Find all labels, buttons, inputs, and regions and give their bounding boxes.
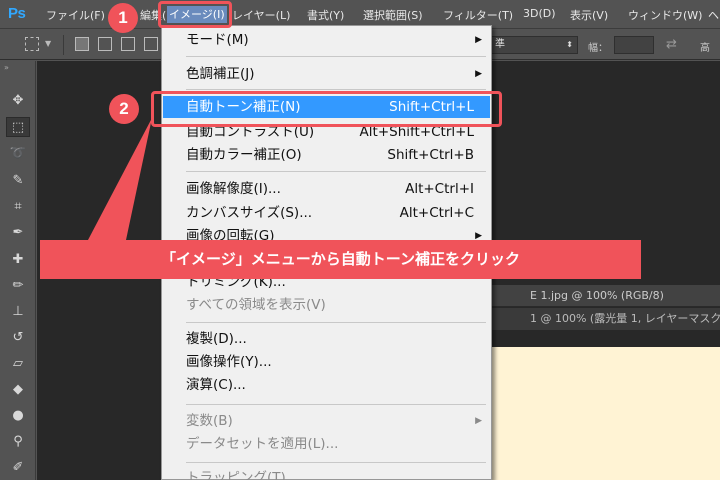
menu-item-apply-dataset[interactable]: データセットを適用(L)... [163,433,490,455]
menu-window[interactable]: ウィンドウ(W) [628,7,702,23]
menu-item-label: 画像操作(Y)... [186,354,272,370]
menu-item-label: モード(M) [186,32,249,48]
submenu-arrow-icon: ▶ [475,416,482,426]
highlight-box-auto-tone [151,91,502,127]
menu-3d[interactable]: 3D(D) [523,7,556,20]
width-input[interactable] [614,36,654,54]
menu-item-label: 自動カラー補正(O) [186,147,302,163]
menu-item-mode[interactable]: モード(M) ▶ [163,29,490,51]
menu-view[interactable]: 表示(V) [570,7,608,23]
menu-item-label: 変数(B) [186,413,233,429]
tools-panel: » ✥ ⬚ ➰ ✎ ⌗ ✒ ✚ ✏ ⊥ ↺ ▱ ◆ ● ⚲ ✐ [0,61,36,480]
submenu-arrow-icon: ▶ [475,35,482,45]
menu-item-label: トラッピング(T)... [186,470,299,480]
menu-item-label: すべての領域を表示(V) [186,297,326,313]
width-label: 幅： [588,43,608,54]
eraser-tool-icon[interactable]: ▱ [6,354,30,374]
panel-grip-icon[interactable]: » [4,63,9,72]
menu-help[interactable]: ヘ [708,7,719,23]
submenu-arrow-icon: ▶ [475,69,482,79]
add-selection-icon[interactable] [98,37,112,51]
menu-separator [186,89,486,90]
menu-select[interactable]: 選択範囲(S) [363,7,423,23]
menu-item-reveal-all[interactable]: すべての領域を表示(V) [163,294,490,316]
highlight-box-image-menu [158,1,232,28]
menu-layer[interactable]: レイヤー(L) [232,7,290,23]
crop-tool-icon[interactable]: ⌗ [6,197,30,217]
stamp-tool-icon[interactable]: ⊥ [6,302,30,322]
chevron-down-icon[interactable]: ▼ [45,39,51,48]
subtract-selection-icon[interactable] [121,37,135,51]
new-selection-icon[interactable] [75,37,89,51]
menu-item-duplicate[interactable]: 複製(D)... [163,328,490,350]
menu-separator [186,171,486,172]
menu-item-adjustments[interactable]: 色調補正(J) ▶ [163,63,490,85]
style-select-value: 準 [495,39,505,50]
divider [63,35,64,55]
instruction-callout: 「イメージ」メニューから自動トーン補正をクリック [40,240,641,279]
eyedropper-tool-icon[interactable]: ✒ [6,223,30,243]
blur-tool-icon[interactable]: ● [6,406,30,426]
menu-item-shortcut: Alt+Ctrl+I [405,181,474,197]
step-badge-1: 1 [108,3,138,33]
menu-item-label: 画像解像度(I)... [186,181,281,197]
menu-file[interactable]: ファイル(F) [46,7,105,23]
document-tab[interactable]: E 1.jpg @ 100% (RGB/8) [490,285,720,307]
menu-item-apply-image[interactable]: 画像操作(Y)... [163,351,490,373]
pen-tool-icon[interactable]: ✐ [6,458,30,478]
menu-item-shortcut: Shift+Ctrl+B [387,147,474,163]
history-brush-tool-icon[interactable]: ↺ [6,328,30,348]
marquee-preset-icon[interactable] [25,37,39,51]
lasso-tool-icon[interactable]: ➰ [6,144,30,164]
move-tool-icon[interactable]: ✥ [6,91,30,111]
menu-item-label: 色調補正(J) [186,66,255,82]
marquee-tool-icon[interactable]: ⬚ [6,117,30,137]
style-select[interactable]: 準 ⬍ [490,36,578,54]
updown-arrow-icon: ⬍ [566,40,573,49]
document-canvas[interactable] [490,347,720,480]
document-gutter [490,330,720,347]
intersect-selection-icon[interactable] [144,37,158,51]
menu-separator [186,404,486,405]
step-badge-2: 2 [109,94,139,124]
menu-separator [186,56,486,57]
menu-separator [186,462,486,463]
menu-item-label: カンバスサイズ(S)... [186,205,313,221]
quick-select-tool-icon[interactable]: ✎ [6,171,30,191]
menu-type[interactable]: 書式(Y) [307,7,344,23]
menu-item-variables[interactable]: 変数(B) ▶ [163,410,490,432]
menu-filter[interactable]: フィルター(T) [443,7,513,23]
menu-item-label: 演算(C)... [186,377,246,393]
document-tab-2-title: 1 @ 100% (露光量 1, レイヤーマスク/8) * [530,312,720,325]
menu-item-calculations[interactable]: 演算(C)... [163,374,490,396]
menu-item-label: 複製(D)... [186,331,247,347]
dodge-tool-icon[interactable]: ⚲ [6,432,30,452]
height-label: 高 [700,43,710,54]
photoshop-logo: Ps [8,5,26,22]
menu-item-canvas-size[interactable]: カンバスサイズ(S)... Alt+Ctrl+C [163,202,490,224]
healing-brush-tool-icon[interactable]: ✚ [6,250,30,270]
document-tab-2[interactable]: 1 @ 100% (露光量 1, レイヤーマスク/8) * [490,308,720,330]
document-tab-title: E 1.jpg @ 100% (RGB/8) [530,289,664,302]
brush-tool-icon[interactable]: ✏ [6,276,30,296]
paint-bucket-tool-icon[interactable]: ◆ [6,380,30,400]
menu-item-image-size[interactable]: 画像解像度(I)... Alt+Ctrl+I [163,178,490,200]
menu-item-shortcut: Alt+Ctrl+C [399,205,474,221]
menu-item-auto-color[interactable]: 自動カラー補正(O) Shift+Ctrl+B [163,144,490,166]
swap-icon[interactable]: ⇄ [666,37,677,52]
menu-item-trap[interactable]: トラッピング(T)... [163,467,490,480]
menu-separator [186,322,486,323]
menu-item-label: データセットを適用(L)... [186,436,339,452]
